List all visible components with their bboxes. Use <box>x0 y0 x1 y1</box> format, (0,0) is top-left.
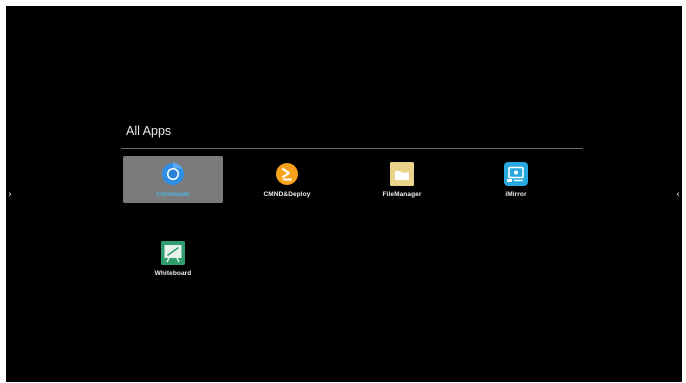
chromium-icon <box>162 163 184 185</box>
app-tile-whiteboard[interactable]: Whiteboard <box>123 235 223 282</box>
chevron-left-icon[interactable]: ‹ <box>676 190 680 200</box>
app-label: Whiteboard <box>154 270 192 277</box>
app-label: FileManager <box>382 191 422 198</box>
app-tile-chromium[interactable]: Chromium <box>123 156 223 203</box>
chevron-right-icon[interactable]: › <box>8 190 12 200</box>
app-tile-cmnd-deploy[interactable]: CMND&Deploy <box>237 156 337 203</box>
app-tile-imirror[interactable]: iMirror <box>466 156 566 203</box>
folder-icon <box>390 162 414 186</box>
app-label: Chromium <box>156 191 190 198</box>
app-label: iMirror <box>505 191 527 198</box>
screen-mirror-icon <box>504 162 528 186</box>
section-divider <box>121 148 583 149</box>
cmnd-deploy-icon <box>276 163 298 185</box>
section-title: All Apps <box>126 124 172 138</box>
whiteboard-icon <box>161 241 185 265</box>
app-tile-filemanager[interactable]: FileManager <box>352 156 452 203</box>
app-launcher-screen: › ‹ All Apps Chromium CMND&Deploy FileMa… <box>6 6 682 382</box>
app-label: CMND&Deploy <box>263 191 311 198</box>
